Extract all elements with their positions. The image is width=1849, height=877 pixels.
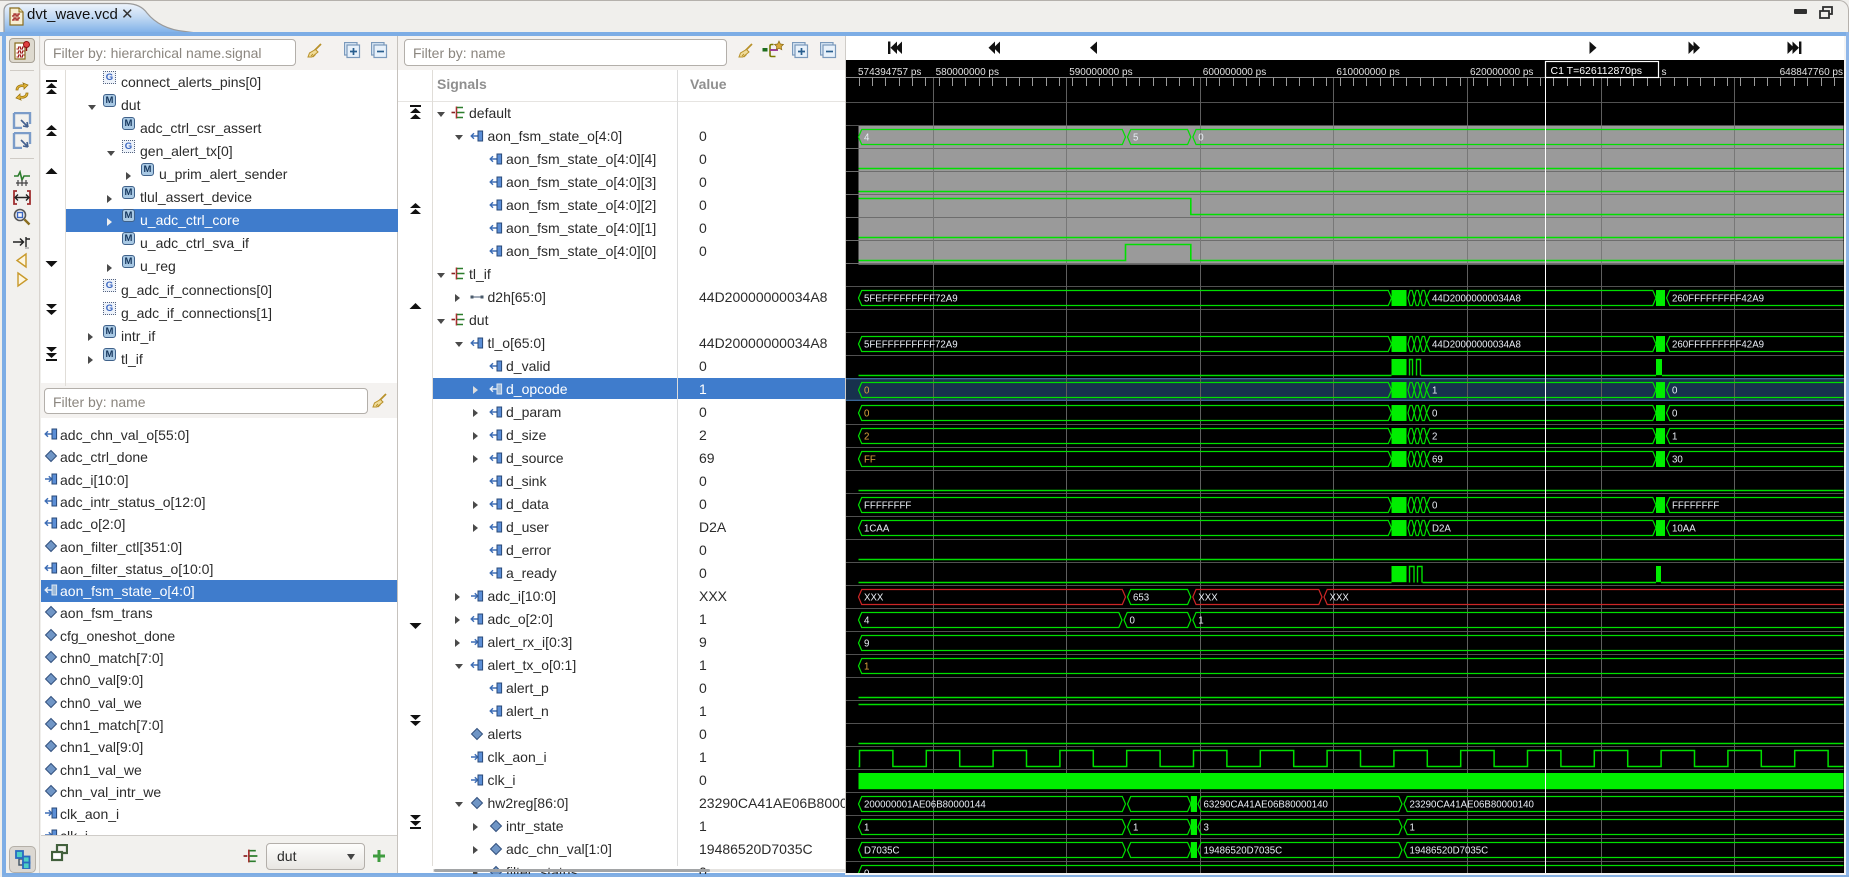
svg-text:0: 0	[1432, 501, 1438, 512]
svg-text:1: 1	[864, 823, 869, 834]
svg-text:s: s	[1662, 67, 1667, 78]
svg-text:4: 4	[864, 133, 870, 144]
svg-text:1CAA: 1CAA	[864, 524, 890, 535]
svg-text:5FEFFFFFFFFF72A9: 5FEFFFFFFFFF72A9	[864, 340, 958, 351]
svg-text:5: 5	[1133, 133, 1138, 144]
svg-text:30: 30	[1672, 455, 1683, 466]
svg-text:2: 2	[1432, 432, 1437, 443]
svg-text:2: 2	[864, 432, 869, 443]
svg-text:580000000 ps: 580000000 ps	[936, 67, 999, 78]
svg-text:0: 0	[864, 409, 870, 420]
svg-text:260FFFFFFFFF42A9: 260FFFFFFFFF42A9	[1672, 294, 1764, 305]
svg-text:9: 9	[864, 639, 869, 650]
svg-text:620000000 ps: 620000000 ps	[1470, 67, 1533, 78]
svg-text:FFFFFFFF: FFFFFFFF	[864, 501, 911, 512]
svg-text:600000000 ps: 600000000 ps	[1203, 67, 1266, 78]
svg-text:FF: FF	[864, 455, 876, 466]
svg-text:0: 0	[864, 386, 870, 397]
svg-text:574394757 ps: 574394757 ps	[858, 67, 921, 78]
svg-text:0: 0	[1130, 616, 1136, 627]
svg-text:0: 0	[1198, 133, 1204, 144]
svg-text:69: 69	[1432, 455, 1443, 466]
svg-text:0: 0	[1672, 409, 1678, 420]
svg-text:1: 1	[1198, 616, 1203, 627]
svg-text:648847760 ps: 648847760 ps	[1780, 67, 1843, 78]
svg-text:44D20000000034A8: 44D20000000034A8	[1432, 340, 1521, 351]
svg-text:63290CA41AE06B80000140: 63290CA41AE06B80000140	[1204, 800, 1329, 811]
svg-text:1: 1	[1432, 386, 1437, 397]
svg-text:260FFFFFFFFF42A9: 260FFFFFFFFF42A9	[1672, 340, 1764, 351]
svg-text:5FEFFFFFFFFF72A9: 5FEFFFFFFFFF72A9	[864, 294, 958, 305]
svg-text:10AA: 10AA	[1672, 524, 1696, 535]
svg-text:23290CA41AE06B80000140: 23290CA41AE06B80000140	[1410, 800, 1535, 811]
svg-text:D2A: D2A	[1432, 524, 1451, 535]
svg-text:610000000 ps: 610000000 ps	[1336, 67, 1399, 78]
svg-text:200000001AE06B80000144: 200000001AE06B80000144	[864, 800, 986, 811]
svg-text:1: 1	[1133, 823, 1138, 834]
svg-text:590000000 ps: 590000000 ps	[1069, 67, 1132, 78]
svg-text:C1 T=626112870ps: C1 T=626112870ps	[1551, 65, 1643, 77]
svg-text:XXX: XXX	[864, 593, 884, 604]
svg-text:1: 1	[1410, 823, 1415, 834]
svg-text:44D20000000034A8: 44D20000000034A8	[1432, 294, 1521, 305]
svg-text:XXX: XXX	[1198, 593, 1218, 604]
svg-text:1: 1	[864, 662, 869, 673]
svg-text:653: 653	[1133, 593, 1149, 604]
svg-text:3: 3	[1204, 823, 1209, 834]
svg-text:19486520D7035C: 19486520D7035C	[1204, 846, 1283, 857]
svg-text:0: 0	[1672, 386, 1678, 397]
svg-text:D7035C: D7035C	[864, 846, 900, 857]
svg-text:4: 4	[864, 616, 870, 627]
svg-text:19486520D7035C: 19486520D7035C	[1410, 846, 1489, 857]
svg-text:XXX: XXX	[1330, 593, 1350, 604]
svg-text:0: 0	[1432, 409, 1438, 420]
svg-text:FFFFFFFF: FFFFFFFF	[1672, 501, 1719, 512]
svg-text:1: 1	[1672, 432, 1677, 443]
